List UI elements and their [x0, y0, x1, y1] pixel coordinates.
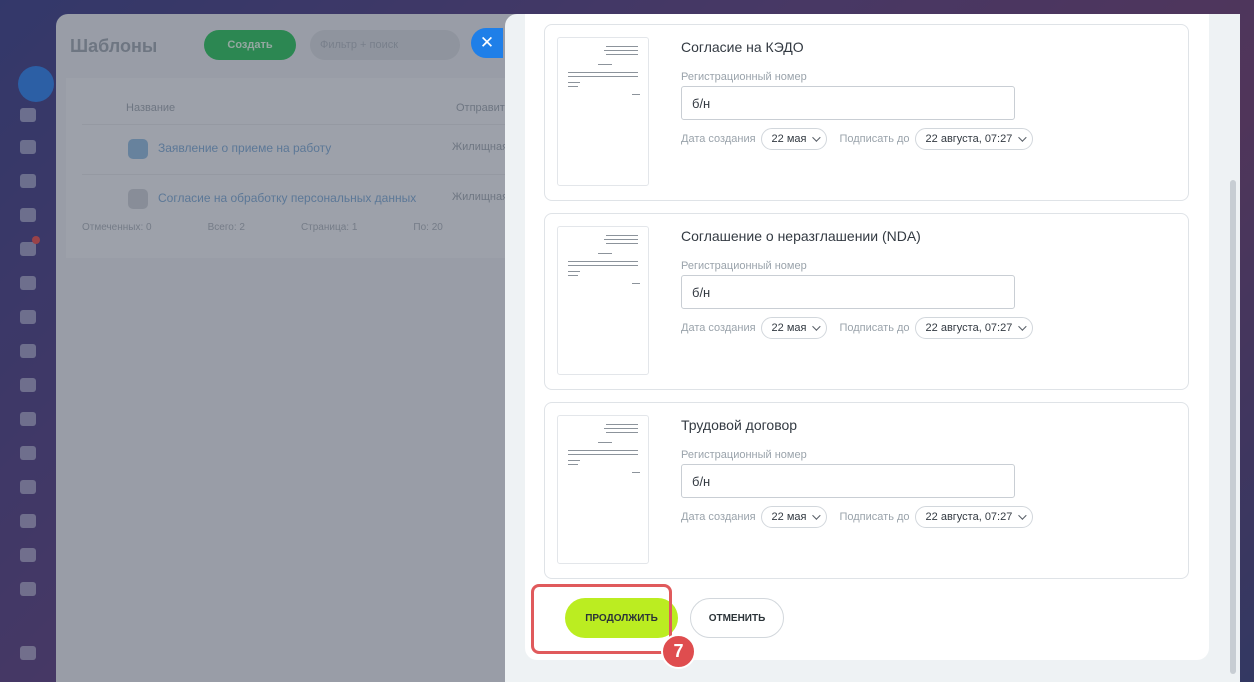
- documents-slider-panel: Согласие на КЭДО Регистрационный номер Д…: [505, 14, 1240, 682]
- chevron-down-icon: [812, 133, 822, 142]
- creation-date-label: Дата создания: [681, 511, 756, 523]
- document-card: Согласие на КЭДО Регистрационный номер Д…: [544, 24, 1189, 201]
- sign-deadline-value: 22 августа, 07:27: [925, 322, 1013, 334]
- chevron-down-icon: [1018, 511, 1028, 520]
- document-preview-thumbnail[interactable]: [557, 415, 649, 564]
- document-dates-row: Дата создания 22 мая Подписать до 22 авг…: [681, 506, 1034, 528]
- step-highlight-frame: [531, 584, 672, 654]
- document-card: Трудовой договор Регистрационный номер Д…: [544, 402, 1189, 579]
- creation-date-value: 22 мая: [771, 511, 807, 523]
- document-dates-row: Дата создания 22 мая Подписать до 22 авг…: [681, 317, 1034, 339]
- document-preview-thumbnail[interactable]: [557, 226, 649, 375]
- documents-list-container: Согласие на КЭДО Регистрационный номер Д…: [525, 14, 1209, 660]
- registration-number-input[interactable]: [681, 275, 1015, 309]
- registration-number-label: Регистрационный номер: [681, 260, 807, 272]
- sign-deadline-value: 22 августа, 07:27: [925, 133, 1013, 145]
- registration-number-label: Регистрационный номер: [681, 449, 807, 461]
- chevron-down-icon: [1018, 322, 1028, 331]
- document-title: Трудовой договор: [681, 417, 798, 433]
- chevron-down-icon: [812, 322, 822, 331]
- step-number-badge: 7: [661, 634, 696, 669]
- chevron-down-icon: [812, 511, 822, 520]
- sign-deadline-label: Подписать до: [839, 511, 910, 523]
- registration-number-input[interactable]: [681, 464, 1015, 498]
- sign-deadline-label: Подписать до: [839, 133, 910, 145]
- creation-date-label: Дата создания: [681, 322, 756, 334]
- registration-number-label: Регистрационный номер: [681, 71, 807, 83]
- document-dates-row: Дата создания 22 мая Подписать до 22 авг…: [681, 128, 1034, 150]
- close-icon: ✕: [479, 33, 495, 52]
- sign-deadline-dropdown[interactable]: 22 августа, 07:27: [914, 506, 1034, 528]
- document-card: Соглашение о неразглашении (NDA) Регистр…: [544, 213, 1189, 390]
- sign-deadline-value: 22 августа, 07:27: [925, 511, 1013, 523]
- chevron-down-icon: [1018, 133, 1028, 142]
- document-title: Соглашение о неразглашении (NDA): [681, 228, 921, 244]
- creation-date-dropdown[interactable]: 22 мая: [760, 317, 828, 339]
- cancel-button[interactable]: ОТМЕНИТЬ: [690, 598, 784, 638]
- creation-date-value: 22 мая: [771, 322, 807, 334]
- creation-date-dropdown[interactable]: 22 мая: [760, 128, 828, 150]
- registration-number-input[interactable]: [681, 86, 1015, 120]
- creation-date-label: Дата создания: [681, 133, 756, 145]
- creation-date-value: 22 мая: [771, 133, 807, 145]
- sign-deadline-dropdown[interactable]: 22 августа, 07:27: [914, 128, 1034, 150]
- document-title: Согласие на КЭДО: [681, 39, 804, 55]
- scrollbar[interactable]: [1230, 180, 1236, 674]
- close-slider-button[interactable]: ✕: [471, 28, 503, 58]
- sign-deadline-label: Подписать до: [839, 322, 910, 334]
- sign-deadline-dropdown[interactable]: 22 августа, 07:27: [914, 317, 1034, 339]
- creation-date-dropdown[interactable]: 22 мая: [760, 506, 828, 528]
- document-preview-thumbnail[interactable]: [557, 37, 649, 186]
